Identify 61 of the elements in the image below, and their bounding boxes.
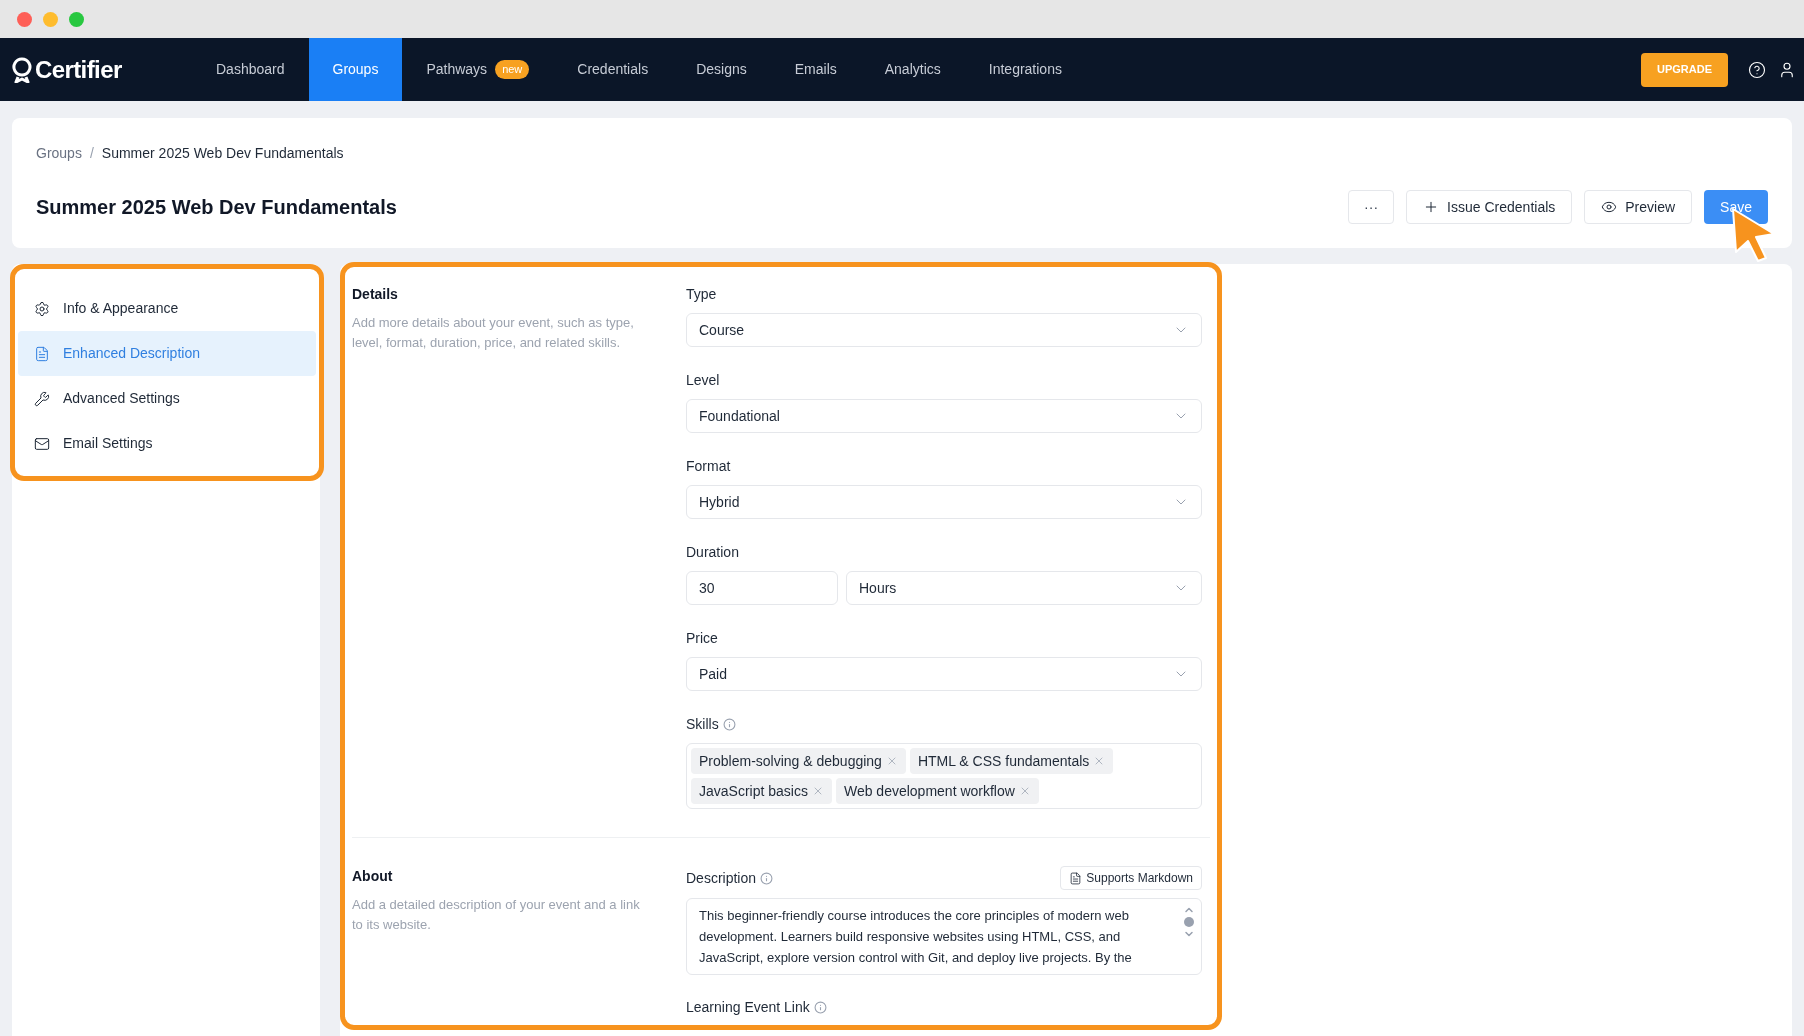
nav-tab[interactable]: Dashboard <box>192 38 309 101</box>
sidebar-item[interactable]: Enhanced Description <box>18 331 316 376</box>
skill-tag: Web development workflow <box>835 778 1039 804</box>
user-icon[interactable] <box>1778 60 1796 79</box>
sidebar-item[interactable]: Advanced Settings <box>18 376 316 421</box>
more-button[interactable]: ··· <box>1348 190 1395 224</box>
nav-tab[interactable]: Integrations <box>964 38 1086 101</box>
new-badge: new <box>495 60 530 79</box>
info-icon <box>760 871 774 885</box>
nav-tab[interactable]: Emails <box>770 38 861 101</box>
logo-text: Certifier <box>35 54 122 85</box>
sidebar-item[interactable]: Email Settings <box>18 421 316 466</box>
help-icon[interactable] <box>1748 60 1766 79</box>
document-icon <box>1069 871 1083 885</box>
nav-tab[interactable]: Analytics <box>860 38 965 101</box>
preview-button[interactable]: Preview <box>1584 190 1693 224</box>
nav-tab[interactable]: Pathways new <box>402 38 554 101</box>
select-field[interactable]: Hybrid <box>686 485 1202 519</box>
number-field[interactable]: 30 <box>686 571 838 605</box>
skill-tag: Problem-solving & debugging <box>691 748 906 774</box>
nav-tab[interactable]: Groups <box>308 38 403 101</box>
field-label: Format <box>686 456 731 476</box>
field-label: Learning Event Link <box>686 997 810 1017</box>
select-field[interactable]: Foundational <box>686 399 1202 433</box>
section-title: Details <box>352 285 399 304</box>
breadcrumb-separator: / <box>89 144 94 163</box>
issue-credentials-button[interactable]: Issue Credentials <box>1406 190 1573 224</box>
tags-field[interactable]: Problem-solving & debugging HTML & CSS fundamentals JavaScript basics Web development workflow <box>686 743 1202 809</box>
logo-icon <box>12 56 32 83</box>
eye-icon <box>1601 199 1618 215</box>
select-field[interactable]: Course <box>686 313 1202 347</box>
breadcrumb-current: Summer 2025 Web Dev Fundamentals <box>101 144 344 163</box>
skill-tag: JavaScript basics <box>691 778 832 804</box>
breadcrumb-link[interactable]: Groups <box>36 143 82 164</box>
select-field[interactable]: Hours <box>846 571 1202 605</box>
sidebar-item[interactable]: Info & Appearance <box>18 286 316 331</box>
window-control[interactable] <box>69 11 84 27</box>
section-title: About <box>352 867 394 886</box>
wrench-icon <box>34 390 50 407</box>
description-textarea[interactable]: This beginner-friendly course introduces the core principles of modern web development. Learners build responsive websites using HTML, CSS, and JavaScript, explore version control with Git, and deploy live projects. By the <box>686 898 1202 975</box>
section-description: Add more details about your event, such as type, level, format, duration, price, and related skills. <box>352 314 635 352</box>
window-control[interactable] <box>43 11 58 27</box>
field-label: Duration <box>686 542 739 562</box>
document-icon <box>34 345 50 362</box>
info-icon <box>813 1000 827 1014</box>
field-label: Price <box>686 628 718 648</box>
skill-tag: HTML & CSS fundamentals <box>909 748 1114 774</box>
section-description: Add a detailed description of your event and a link to its website. <box>352 896 641 934</box>
info-icon <box>722 717 736 731</box>
nav-tab[interactable]: Credentials <box>553 38 673 101</box>
page-title: Summer 2025 Web Dev Fundamentals <box>36 195 397 220</box>
window-control[interactable] <box>17 11 32 27</box>
envelope-icon <box>34 435 50 452</box>
field-label: Description <box>686 868 757 888</box>
select-field[interactable]: Paid <box>686 657 1202 691</box>
gear-icon <box>34 300 50 317</box>
markdown-badge: Supports Markdown <box>1060 866 1202 890</box>
field-label: Type <box>686 284 717 304</box>
field-label: Skills <box>686 714 719 734</box>
nav-tab[interactable]: Designs <box>672 38 771 101</box>
field-label: Level <box>686 370 720 390</box>
